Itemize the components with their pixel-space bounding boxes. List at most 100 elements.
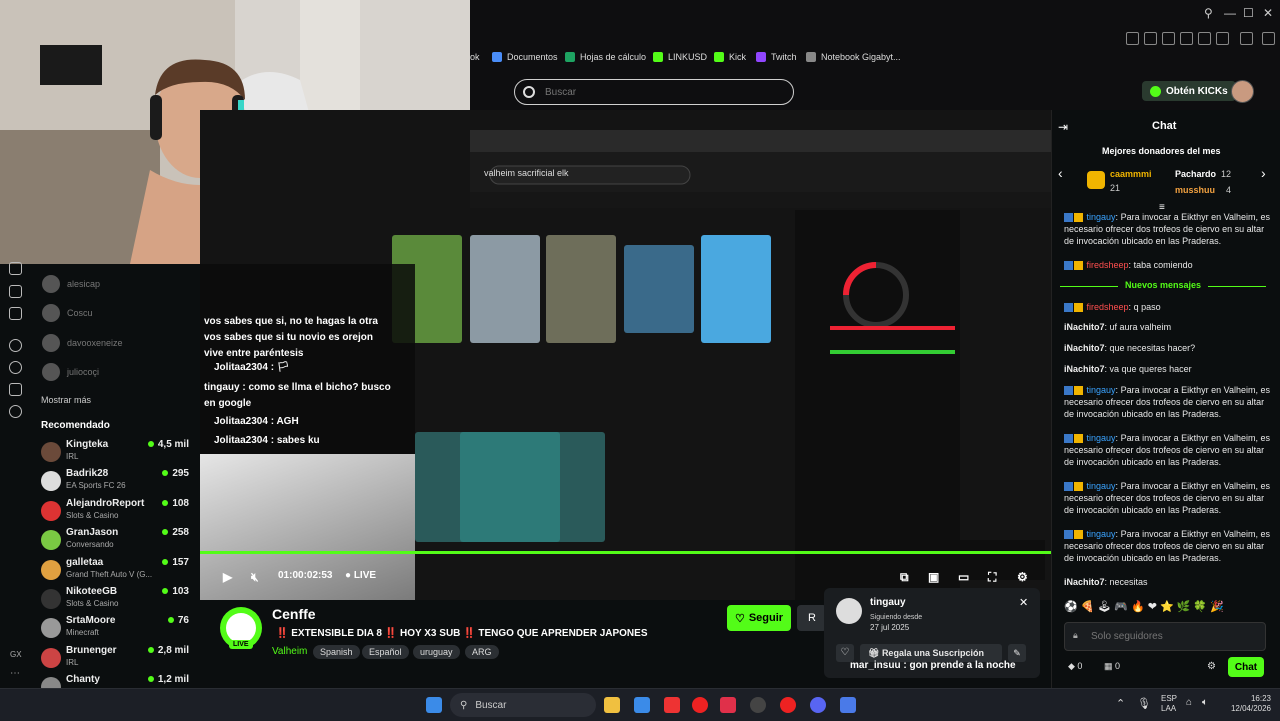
points-a[interactable]: ◆ 0: [1068, 661, 1082, 672]
photos-icon[interactable]: [634, 697, 650, 713]
followed-channel[interactable]: davooxeneize: [42, 334, 123, 352]
chat-username[interactable]: iNachito7: [1064, 577, 1105, 587]
recommended-channel[interactable]: Brunenger IRL 2,8 mil: [41, 645, 191, 673]
close-icon[interactable]: ✕: [1019, 596, 1028, 609]
clock[interactable]: 16:23 12/04/2026: [1221, 694, 1271, 714]
download-icon[interactable]: [1240, 32, 1253, 45]
bookmark-hojas[interactable]: Hojas de cálculo: [565, 52, 646, 62]
show-more-link[interactable]: Mostrar más: [41, 395, 91, 405]
steam-icon[interactable]: [750, 697, 766, 713]
stream-category[interactable]: Valheim: [272, 646, 307, 657]
bookmark-notebook[interactable]: Notebook Gigabyt...: [806, 52, 901, 62]
tiktok-icon[interactable]: [720, 697, 736, 713]
instagram-icon[interactable]: [9, 262, 22, 275]
chat-settings-icon[interactable]: ⚙: [1207, 661, 1216, 672]
minimize-icon[interactable]: —: [1224, 6, 1236, 20]
discord-icon[interactable]: [810, 697, 826, 713]
compass-icon[interactable]: [9, 361, 22, 374]
bookmark-kick[interactable]: Kick: [714, 52, 746, 62]
recommended-channel[interactable]: SrtaMoore Minecraft 76: [41, 615, 191, 643]
donor-name[interactable]: caammmi: [1110, 169, 1152, 179]
live-indicator[interactable]: ● LIVE: [345, 570, 376, 581]
tag[interactable]: ARG: [465, 645, 499, 659]
user-avatar[interactable]: [1231, 80, 1254, 103]
chat-username[interactable]: tingauy: [1087, 433, 1116, 443]
settings-icon[interactable]: ⚙: [1017, 570, 1028, 584]
recommended-channel[interactable]: NikoteeGB Slots & Casino 103: [41, 586, 191, 614]
bookmark-icon[interactable]: [1198, 32, 1211, 45]
recommended-channel[interactable]: Badrik28 EA Sports FC 26 295: [41, 468, 191, 496]
follow-button[interactable]: ♡ Seguir: [727, 605, 791, 631]
recommended-channel[interactable]: galletaa Grand Theft Auto V (G... 157: [41, 557, 191, 585]
tag[interactable]: uruguay: [413, 645, 460, 659]
chevron-right-icon[interactable]: ›: [1261, 165, 1266, 181]
bookmark-linkusd[interactable]: LINKUSD: [653, 52, 707, 62]
followed-channel[interactable]: juliocoçi: [42, 363, 99, 381]
new-messages-divider[interactable]: Nuevos mensajes: [1060, 280, 1266, 292]
donor-name[interactable]: Pachardo: [1175, 169, 1216, 179]
donor-name[interactable]: musshuu: [1175, 185, 1215, 195]
tag[interactable]: Español: [362, 645, 409, 659]
chat-username[interactable]: iNachito7: [1064, 343, 1105, 353]
send-chat-button[interactable]: Chat: [1228, 657, 1264, 677]
download-icon[interactable]: [1216, 32, 1229, 45]
more-icon[interactable]: ⋯: [10, 668, 20, 679]
maximize-icon[interactable]: ☐: [1243, 6, 1254, 20]
stream-progress-bar[interactable]: [200, 551, 1051, 554]
collapse-chat-icon[interactable]: ⇥: [1058, 120, 1068, 134]
file-explorer-icon[interactable]: [604, 697, 620, 713]
chat-username[interactable]: iNachito7: [1064, 364, 1105, 374]
points-b[interactable]: ▦ 0: [1104, 661, 1120, 672]
clip-icon[interactable]: ▣: [928, 570, 939, 584]
chat-input[interactable]: [1089, 630, 1263, 643]
gamepad-icon[interactable]: [9, 383, 22, 396]
chat-username[interactable]: tingauy: [1087, 212, 1116, 222]
settings-icon[interactable]: [9, 405, 22, 418]
theater-icon[interactable]: ▭: [958, 570, 969, 584]
play-button[interactable]: ▶: [223, 570, 232, 584]
pip-icon[interactable]: ⧉: [900, 570, 909, 585]
bookmark-twitch[interactable]: Twitch: [756, 52, 797, 62]
taskbar-search[interactable]: ⚲ Buscar: [450, 693, 596, 717]
app-icon[interactable]: [840, 697, 856, 713]
chevron-left-icon[interactable]: ‹: [1058, 165, 1063, 181]
volume-icon[interactable]: 🔈︎: [1202, 697, 1208, 708]
site-search[interactable]: [514, 79, 794, 105]
get-kicks-button[interactable]: Obtén KICKs: [1142, 81, 1236, 101]
chat-input-box[interactable]: 🔒︎: [1064, 622, 1266, 651]
opera-gx-icon[interactable]: [780, 697, 796, 713]
followed-channel[interactable]: Coscu: [42, 304, 93, 322]
emote-bar[interactable]: ⚽🍕🕹🎮🔥❤⭐🌿🍀🎉: [1064, 600, 1264, 614]
popup-username[interactable]: tingauy: [870, 597, 906, 608]
chat-username[interactable]: firedsheep: [1087, 302, 1129, 312]
extension-icon[interactable]: [1126, 32, 1139, 45]
tiktok-icon[interactable]: [9, 285, 22, 298]
chat-username[interactable]: tingauy: [1087, 529, 1116, 539]
network-icon[interactable]: ⌂: [1186, 697, 1192, 708]
play-icon[interactable]: [9, 339, 22, 352]
mute-icon[interactable]: 🔇︎: [251, 570, 259, 585]
followed-channel[interactable]: alesicap: [42, 275, 100, 293]
close-icon[interactable]: ✕: [1263, 6, 1273, 20]
chat-username[interactable]: firedsheep: [1087, 260, 1129, 270]
subscribe-button[interactable]: R: [797, 605, 827, 631]
chat-username[interactable]: iNachito7: [1064, 322, 1105, 332]
language-indicator[interactable]: ESP LAA: [1161, 694, 1177, 714]
menu-icon[interactable]: [1262, 32, 1275, 45]
channel-name[interactable]: Cenffe: [272, 606, 316, 622]
recommended-channel[interactable]: AlejandroReport Slots & Casino 108: [41, 498, 191, 526]
play-icon[interactable]: [1180, 32, 1193, 45]
extension-icon[interactable]: [1144, 32, 1157, 45]
opera-icon[interactable]: [692, 697, 708, 713]
recommended-channel[interactable]: GranJason Conversando 258: [41, 527, 191, 555]
chat-username[interactable]: tingauy: [1087, 385, 1116, 395]
search-icon[interactable]: ⚲: [1204, 6, 1213, 20]
bookmark-documentos[interactable]: Documentos: [492, 52, 558, 62]
search-input[interactable]: [543, 85, 787, 99]
tag[interactable]: Spanish: [313, 645, 360, 659]
shield-icon[interactable]: [1162, 32, 1175, 45]
recommended-channel[interactable]: Kingteka IRL 4,5 mil: [41, 439, 191, 467]
microphone-icon[interactable]: 🎙︎: [1137, 697, 1151, 710]
bookmark-item[interactable]: ok: [470, 52, 480, 62]
x-icon[interactable]: [9, 307, 22, 320]
